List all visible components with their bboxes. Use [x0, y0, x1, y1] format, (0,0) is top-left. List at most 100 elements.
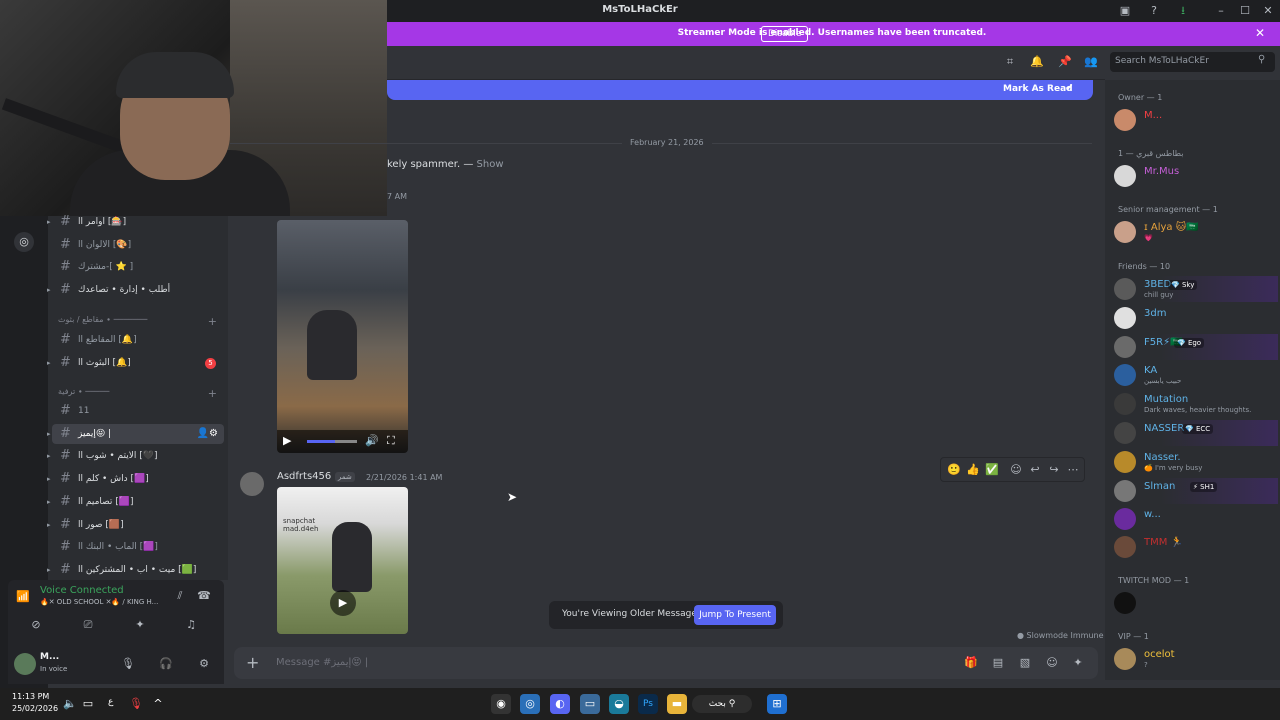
- search-box[interactable]: Search MsToLHaCkEr ⚲: [1110, 52, 1275, 72]
- tray-overflow-icon[interactable]: ^: [150, 696, 166, 712]
- channel-item[interactable]: ▸ # صور اا [🟫]: [47, 515, 224, 535]
- expand-arrow-icon[interactable]: ▸: [47, 469, 51, 489]
- maximize-icon[interactable]: ☐: [1237, 3, 1253, 19]
- clock-date[interactable]: 25/02/2026: [12, 704, 58, 713]
- channel-item[interactable]: ▸ # أطلب • إدارة • تصاعدك: [47, 280, 224, 300]
- edge-icon[interactable]: ◒: [609, 694, 629, 714]
- member-item[interactable]: TMM 🏃: [1110, 534, 1278, 560]
- forward-icon[interactable]: ↪: [1046, 462, 1062, 478]
- member-item[interactable]: Slman ⚡ SH1: [1110, 478, 1278, 504]
- activities-icon[interactable]: ✦: [132, 617, 148, 633]
- channel-item[interactable]: # المقاطع اا [🔔]: [52, 330, 224, 350]
- disconnect-icon[interactable]: ☎: [196, 588, 212, 604]
- noise-suppression-icon[interactable]: ⫽: [172, 588, 188, 604]
- channel-item[interactable]: ▸ # الايتم • شوب اا [🖤]: [47, 446, 224, 466]
- file-explorer-icon[interactable]: ▬: [667, 694, 687, 714]
- member-item[interactable]: NASSER 💎 ECC: [1110, 420, 1278, 446]
- expand-arrow-icon[interactable]: ▸: [47, 212, 51, 232]
- volume-icon[interactable]: 🔊: [365, 434, 379, 447]
- member-item[interactable]: 3dm: [1110, 305, 1278, 331]
- discord-icon[interactable]: ◐: [550, 694, 570, 714]
- channel-item[interactable]: # الماب • البنك اا [🟪]: [52, 537, 224, 557]
- settings-icon[interactable]: ⚙: [196, 656, 212, 672]
- smile-reaction-icon[interactable]: 🙂: [946, 462, 962, 478]
- volume-tray-icon[interactable]: 🔈: [62, 696, 78, 712]
- member-item[interactable]: Mr.Mus: [1110, 163, 1278, 189]
- play-icon[interactable]: ▶: [283, 434, 291, 447]
- expand-arrow-icon[interactable]: ▸: [47, 446, 51, 466]
- emoji-icon[interactable]: ☺: [1044, 655, 1060, 671]
- more-options-icon[interactable]: ⋯: [1065, 462, 1081, 478]
- add-reaction-icon[interactable]: ☺: [1008, 462, 1024, 478]
- expand-arrow-icon[interactable]: ▸: [47, 492, 51, 512]
- discover-icon[interactable]: ◎: [14, 232, 34, 252]
- pinned-icon[interactable]: 📌: [1057, 54, 1073, 70]
- clock-time[interactable]: 11:13 PM: [12, 692, 49, 701]
- soundboard-icon[interactable]: ♫: [183, 617, 199, 633]
- member-item[interactable]: ɪ Alya 🐱🇸🇦 💗: [1110, 219, 1278, 245]
- check-reaction-icon[interactable]: ✅: [984, 462, 1000, 478]
- start-menu-icon[interactable]: ⊞: [767, 694, 787, 714]
- photoshop-icon[interactable]: Ps: [638, 694, 658, 714]
- headphones-icon[interactable]: 🎧: [158, 656, 174, 672]
- expand-arrow-icon[interactable]: ▸: [47, 515, 51, 535]
- reply-icon[interactable]: ↩: [1027, 462, 1043, 478]
- close-window-icon[interactable]: ✕: [1260, 3, 1276, 19]
- gift-icon[interactable]: 🎁: [963, 655, 979, 671]
- notification-bell-icon[interactable]: 🔔: [1029, 54, 1045, 70]
- author-avatar[interactable]: [240, 472, 264, 496]
- channel-item[interactable]: ▸ # البثوث اا [🔔] 5: [47, 353, 224, 373]
- voice-server[interactable]: 🔥✕ OLD SCHOOL ✕🔥 / KING H...: [40, 598, 158, 606]
- app-icon-window[interactable]: ▭: [580, 694, 600, 714]
- camera-off-icon[interactable]: ⊘: [28, 617, 44, 633]
- member-list-icon[interactable]: 👥: [1083, 54, 1099, 70]
- minimize-icon[interactable]: –: [1213, 3, 1229, 19]
- video-attachment[interactable]: ▶ 🔊 ⛶: [277, 220, 408, 453]
- disable-streamer-button[interactable]: Disable: [761, 26, 809, 42]
- microphone-icon[interactable]: 🎙: [120, 656, 136, 672]
- member-item[interactable]: M...: [1110, 107, 1278, 133]
- screen-share-icon[interactable]: ⎚: [80, 617, 96, 633]
- sticker-icon[interactable]: ▧: [1017, 655, 1033, 671]
- mic-tray-icon[interactable]: 🎙: [128, 696, 144, 712]
- video-progress[interactable]: [307, 440, 357, 443]
- channel-item[interactable]: # الالوان اا [🎨]: [52, 235, 224, 255]
- channel-category[interactable]: مقاطع / بثوث ∙ ─────── +: [58, 315, 223, 331]
- channel-item[interactable]: ▸ # تصاميم اا [🟪]: [47, 492, 224, 512]
- channel-item[interactable]: ▸ # إيميز😝 | 👤⚙: [47, 423, 224, 444]
- mark-as-read-button[interactable]: Mark As Read: [1003, 84, 1073, 94]
- inbox-icon[interactable]: ▣: [1117, 3, 1133, 19]
- add-channel-icon[interactable]: +: [208, 387, 217, 400]
- expand-arrow-icon[interactable]: ▸: [47, 280, 51, 300]
- gif-icon[interactable]: ▤: [990, 655, 1006, 671]
- message-author[interactable]: Asdfrts456: [277, 471, 331, 482]
- jump-to-present-button[interactable]: Jump To Present: [694, 605, 776, 625]
- app-icon-recorder[interactable]: ◉: [491, 694, 511, 714]
- channel-settings-icon[interactable]: 👤⚙: [197, 424, 218, 444]
- fullscreen-icon[interactable]: ⛶: [387, 434, 395, 448]
- close-banner-icon[interactable]: ✕: [1255, 26, 1265, 40]
- message-input[interactable]: Message #إيميز😝 |: [276, 657, 368, 668]
- voice-status[interactable]: Voice Connected: [40, 585, 124, 596]
- taskbar-search[interactable]: بحث ⚲: [692, 695, 752, 713]
- channel-item[interactable]: #11: [52, 401, 224, 421]
- expand-arrow-icon[interactable]: ▸: [47, 424, 51, 444]
- channel-item[interactable]: ▸ # داش • كلم اا [🟪]: [47, 469, 224, 489]
- member-item[interactable]: 3BED chill guy 💎 Sky: [1110, 276, 1278, 302]
- avatar[interactable]: [14, 653, 36, 675]
- member-item[interactable]: [1110, 590, 1278, 616]
- channel-item[interactable]: ▸ # ميت • اب • المشتركين اا [🟩]: [47, 560, 224, 580]
- show-spam-link[interactable]: Show: [477, 159, 504, 170]
- add-attachment-icon[interactable]: +: [246, 653, 259, 672]
- member-item[interactable]: KA حبيب يابسين: [1110, 362, 1278, 388]
- add-channel-icon[interactable]: +: [208, 315, 217, 328]
- message-composer[interactable]: + Message #إيميز😝 | 🎁 ▤ ▧ ☺ ✦: [234, 647, 1098, 679]
- new-messages-bar[interactable]: Mark As Read ✔: [387, 80, 1093, 100]
- network-tray-icon[interactable]: ▭: [80, 696, 96, 712]
- channel-item[interactable]: ▸ # اوامر اا [🎰]: [47, 212, 224, 232]
- member-item[interactable]: w...: [1110, 506, 1278, 532]
- help-icon[interactable]: ?: [1146, 3, 1162, 19]
- chrome-icon[interactable]: ◎: [520, 694, 540, 714]
- member-item[interactable]: Nasser. 🍊 I'm very busy: [1110, 449, 1278, 475]
- language-indicator[interactable]: ع: [108, 697, 113, 707]
